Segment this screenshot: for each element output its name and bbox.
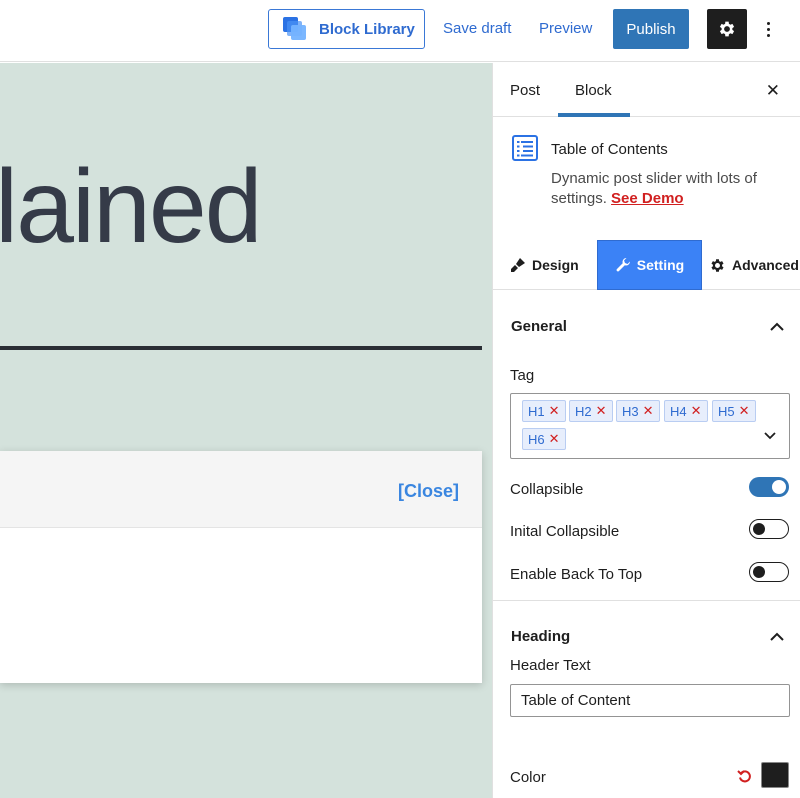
preview-button[interactable]: Preview <box>539 20 592 37</box>
header-text-label: Header Text <box>510 657 591 674</box>
general-section-header[interactable]: General <box>493 299 800 353</box>
separator-line <box>0 346 482 350</box>
remove-tag-icon[interactable]: ✕ <box>549 403 560 419</box>
tag-chip-label: H6 <box>528 431 545 447</box>
heading-section-header[interactable]: Heading <box>493 609 800 663</box>
collapsible-label: Collapsible <box>510 481 584 498</box>
heading-section-title: Heading <box>511 628 571 645</box>
list-icon <box>512 135 538 161</box>
tab-setting[interactable]: Setting <box>597 240 702 290</box>
block-mode-tabs: Design Setting Advanced <box>493 240 800 290</box>
block-library-label: Block Library <box>319 20 415 38</box>
editor-toolbar: Block Library Save draft Preview Publish <box>0 0 800 62</box>
tab-advanced-label: Advanced <box>732 257 799 273</box>
tag-chip-h2: H2 ✕ <box>569 400 613 422</box>
chevron-down-icon[interactable] <box>763 428 777 442</box>
cog-icon <box>711 258 724 272</box>
block-library-icon <box>282 16 308 42</box>
block-name: Table of Contents <box>551 141 668 158</box>
tag-chip-h1: H1 ✕ <box>522 400 566 422</box>
color-swatch[interactable] <box>761 762 789 788</box>
tag-chip-label: H4 <box>670 403 687 419</box>
active-tab-indicator <box>558 113 630 117</box>
more-options-button[interactable] <box>760 14 776 44</box>
sidebar-tabs: Post Block ✕ <box>493 63 800 117</box>
toc-close-link[interactable]: [Close] <box>398 481 459 502</box>
remove-tag-icon[interactable]: ✕ <box>739 403 750 419</box>
post-title-fragment[interactable]: lained <box>0 148 263 267</box>
remove-tag-icon[interactable]: ✕ <box>549 431 560 447</box>
tag-label: Tag <box>510 367 535 384</box>
remove-tag-icon[interactable]: ✕ <box>691 403 702 419</box>
color-label: Color <box>510 769 546 786</box>
tag-chip-h5: H5 ✕ <box>712 400 756 422</box>
editor-canvas: lained [Close] <box>0 63 492 798</box>
chevron-up-icon[interactable] <box>769 629 785 645</box>
tag-chip-label: H5 <box>718 403 735 419</box>
general-section-title: General <box>511 318 567 335</box>
block-library-button[interactable]: Block Library <box>268 9 425 49</box>
chevron-up-icon[interactable] <box>769 319 785 335</box>
save-draft-button[interactable]: Save draft <box>443 20 511 37</box>
back-to-top-toggle[interactable] <box>749 562 789 582</box>
wrench-icon <box>616 258 630 272</box>
gear-icon <box>719 21 735 37</box>
initial-collapsible-label: Inital Collapsible <box>510 523 620 540</box>
initial-collapsible-toggle[interactable] <box>749 519 789 539</box>
tag-chip-label: H2 <box>575 403 592 419</box>
publish-button[interactable]: Publish <box>613 9 689 49</box>
tab-design-label: Design <box>532 257 579 273</box>
tag-chip-h4: H4 ✕ <box>664 400 708 422</box>
table-of-contents-block[interactable]: [Close] <box>0 451 482 683</box>
block-description: Dynamic post slider with lots of setting… <box>551 169 791 209</box>
back-to-top-label: Enable Back To Top <box>510 566 643 583</box>
tab-setting-label: Setting <box>636 257 685 273</box>
tab-design[interactable]: Design <box>510 240 579 290</box>
see-demo-link[interactable]: See Demo <box>611 190 684 207</box>
brush-icon <box>511 258 525 272</box>
tag-chip-label: H3 <box>622 403 639 419</box>
tab-block[interactable]: Block <box>575 82 612 99</box>
toc-header: [Close] <box>0 451 482 528</box>
tag-chip-h6: H6 ✕ <box>522 428 566 450</box>
settings-button[interactable] <box>707 9 747 49</box>
tag-chip-label: H1 <box>528 403 545 419</box>
header-text-input[interactable] <box>510 684 790 717</box>
settings-sidebar: Post Block ✕ Table of Contents Dynamic p… <box>492 63 800 798</box>
close-sidebar-button[interactable]: ✕ <box>766 81 780 101</box>
tab-post[interactable]: Post <box>510 82 540 99</box>
collapsible-toggle[interactable] <box>749 477 789 497</box>
tab-advanced[interactable]: Advanced <box>709 240 799 290</box>
tag-chip-h3: H3 ✕ <box>616 400 660 422</box>
tag-multiselect[interactable]: H1 ✕ H2 ✕ H3 ✕ H4 ✕ H5 ✕ H6 ✕ <box>510 393 790 459</box>
section-divider <box>493 600 800 601</box>
remove-tag-icon[interactable]: ✕ <box>643 403 654 419</box>
remove-tag-icon[interactable]: ✕ <box>596 403 607 419</box>
reset-icon[interactable] <box>737 768 753 784</box>
